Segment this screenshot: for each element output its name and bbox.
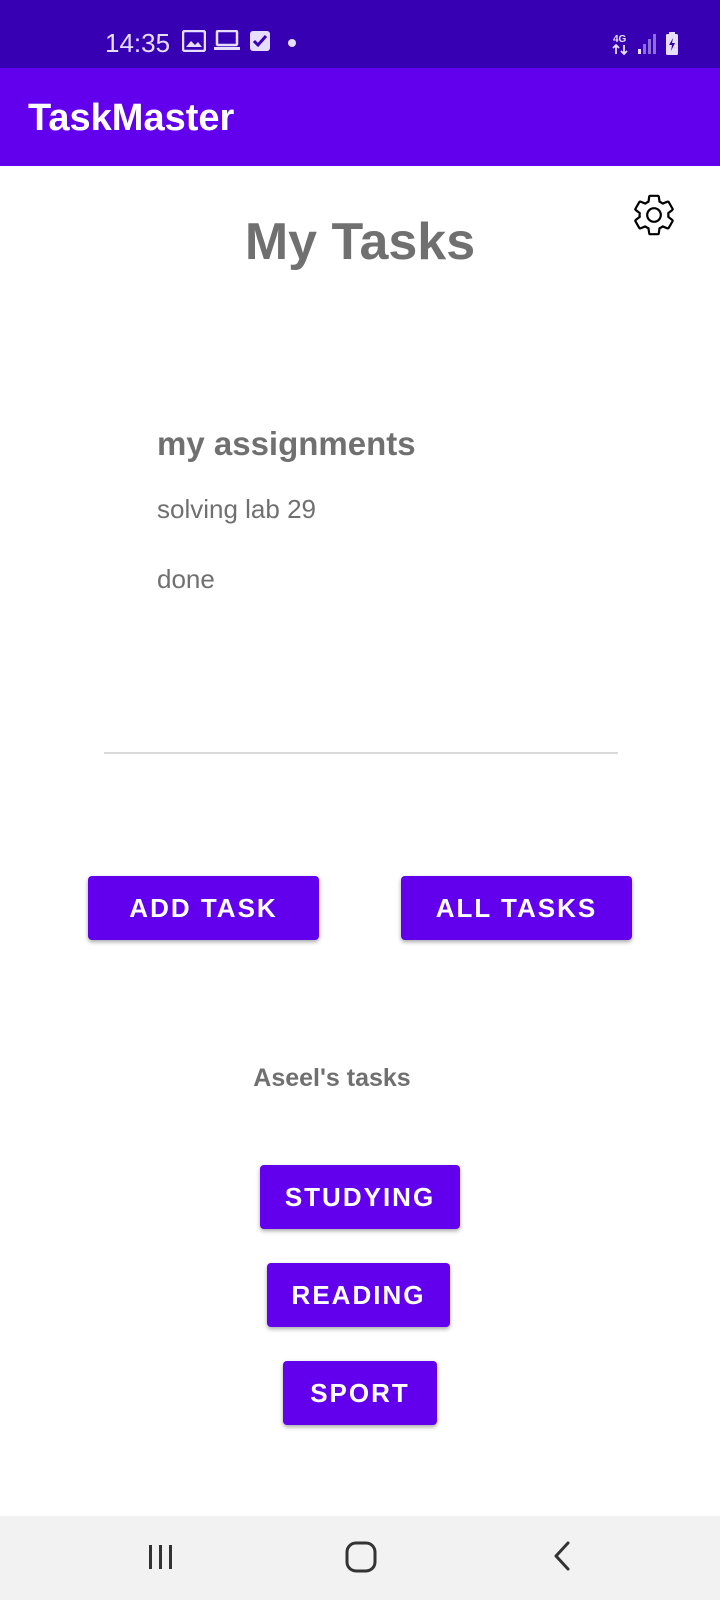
nav-bar	[0, 1516, 720, 1600]
svg-text:4G: 4G	[613, 34, 627, 45]
back-icon[interactable]	[548, 1536, 578, 1576]
signal-icon	[638, 34, 656, 54]
add-task-button[interactable]: ADD TASK	[88, 876, 319, 940]
all-tasks-button[interactable]: ALL TASKS	[401, 876, 632, 940]
app-bar: TaskMaster	[0, 68, 720, 166]
studying-button[interactable]: STUDYING	[260, 1165, 460, 1229]
task-state: done	[157, 564, 215, 594]
4g-icon: 4G	[612, 34, 628, 55]
recent-apps-icon[interactable]	[146, 1536, 176, 1576]
home-icon[interactable]	[343, 1536, 379, 1576]
task-card[interactable]: my assignments solving lab 29 done	[104, 346, 618, 754]
dot-icon	[288, 39, 296, 47]
app-title: TaskMaster	[28, 97, 235, 139]
checkbox-icon	[250, 31, 270, 51]
battery-icon	[666, 32, 678, 55]
status-time: 14:35	[105, 28, 171, 58]
task-title: my assignments	[157, 425, 416, 462]
task-body: solving lab 29	[157, 494, 316, 524]
laptop-icon	[214, 30, 240, 50]
image-icon	[182, 30, 206, 52]
sport-button[interactable]: SPORT	[283, 1361, 437, 1425]
status-bar: 14:35 4G	[0, 0, 720, 68]
section-label: Aseel's tasks	[253, 1064, 411, 1092]
page-title: My Tasks	[244, 213, 476, 271]
reading-button[interactable]: READING	[267, 1263, 450, 1327]
